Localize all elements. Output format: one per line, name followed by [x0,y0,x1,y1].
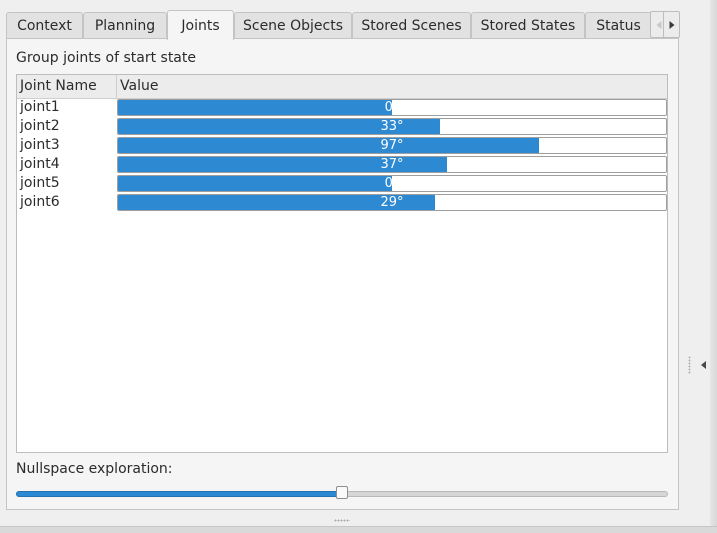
joint-name: joint6 [20,194,60,210]
column-header-joint-name[interactable]: Joint Name [17,75,117,98]
joint-name: joint2 [20,118,60,134]
joint-value-bar[interactable]: 97° [117,137,667,154]
joint-value-label: 0° [384,176,400,191]
joint-value-label: 0° [384,100,400,115]
table-row: joint4 37° [17,155,667,174]
table-row: joint3 97° [17,136,667,155]
joint-value-bar[interactable]: 0° [117,99,667,116]
tab-label: Stored Scenes [361,17,462,34]
joint-value-bar[interactable]: 29° [117,194,667,211]
tab-context[interactable]: Context [6,12,83,38]
joint-name: joint3 [20,137,60,153]
tab-stored-scenes[interactable]: Stored Scenes [352,12,471,38]
slider-handle[interactable] [336,486,348,499]
joint-value-label: 37° [380,157,404,172]
joint-name: joint4 [20,156,60,172]
tab-scroll-right-button[interactable] [663,11,680,38]
joints-panel: Group joints of start state Joint Name V… [6,38,679,510]
table-row: joint2 33° [17,117,667,136]
tab-bar: Context Planning Joints Scene Objects St… [6,10,680,40]
viewport-edge [710,0,717,526]
chevron-left-icon [656,20,661,29]
tab-label: Stored States [480,17,576,34]
splitter-handle[interactable] [334,519,350,522]
joint-value-label: 97° [380,138,404,153]
nullspace-slider[interactable] [16,484,668,502]
column-header-value[interactable]: Value [117,75,667,98]
chevron-left-icon[interactable] [701,361,706,369]
tab-label: Planning [94,17,156,34]
tab-label: Context [17,17,72,34]
joint-value-label: 33° [380,119,404,134]
chevron-right-icon [669,20,674,29]
joint-name: joint1 [20,99,60,115]
joint-table: Joint Name Value joint1 0° joint2 33° joint3… [16,74,668,453]
joint-value-label: 29° [380,195,404,210]
table-header: Joint Name Value [17,75,667,99]
group-label: Group joints of start state [16,50,196,66]
tab-planning[interactable]: Planning [83,12,167,38]
joint-value-bar[interactable]: 33° [117,118,667,135]
tab-label: Joints [181,17,220,34]
dock-resize-handle[interactable] [688,356,691,374]
joint-value-bar[interactable]: 0° [117,175,667,192]
table-row: joint5 0° [17,174,667,193]
tab-scene-objects[interactable]: Scene Objects [234,12,352,38]
tab-label: Scene Objects [242,17,344,34]
tab-stored-states[interactable]: Stored States [471,12,585,38]
table-row: joint6 29° [17,193,667,212]
slider-fill [16,491,344,497]
joint-value-bar[interactable]: 37° [117,156,667,173]
tab-label: Status [596,17,641,34]
tab-status[interactable]: Status [585,12,652,38]
joint-name: joint5 [20,175,60,191]
nullspace-label: Nullspace exploration: [16,461,173,477]
tab-joints[interactable]: Joints [167,10,234,40]
table-row: joint1 0° [17,98,667,117]
